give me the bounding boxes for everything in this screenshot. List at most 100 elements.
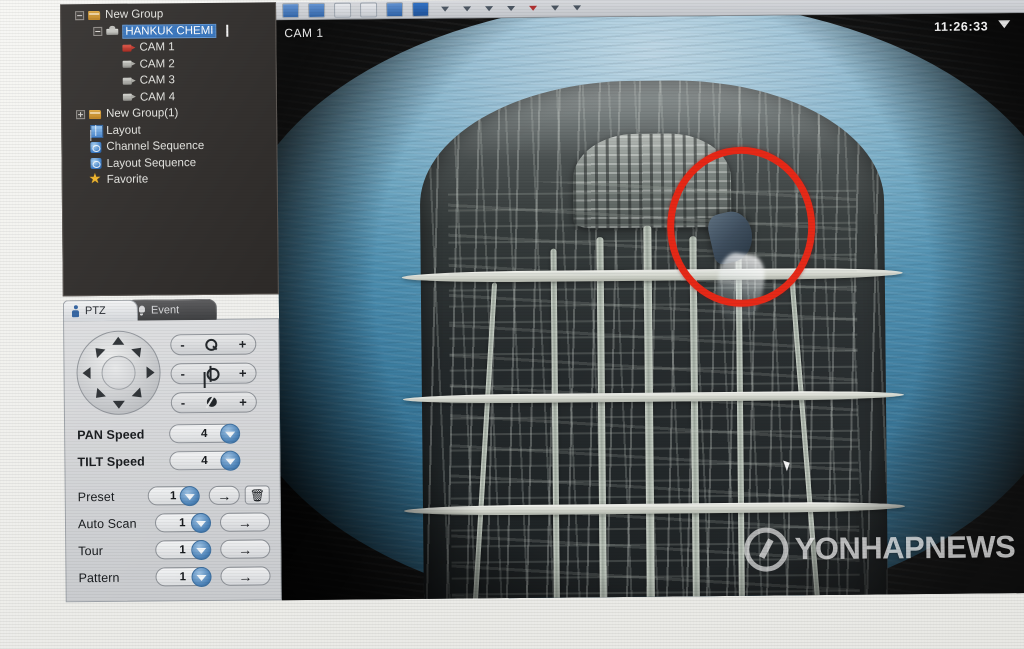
arrow-up-right-icon[interactable] <box>131 344 145 358</box>
text-caret <box>226 24 228 36</box>
arrow-up-left-icon[interactable] <box>91 344 105 358</box>
group-icon <box>88 10 101 21</box>
tree-node-label: Channel Sequence <box>106 140 204 153</box>
tilt-speed-value: 4 <box>201 454 208 466</box>
person-icon <box>71 305 80 317</box>
iris-control[interactable]: - + <box>171 391 257 413</box>
tour-row: Tour 1 <box>78 539 270 560</box>
expander-icon[interactable] <box>76 110 85 119</box>
info-icon[interactable] <box>386 2 403 17</box>
tree-node-hankuk-chemi[interactable]: HANKUK CHEMI <box>61 22 275 41</box>
chevron-down-icon-red[interactable] <box>526 2 539 15</box>
tab-ptz[interactable]: PTZ <box>63 300 138 322</box>
auto-scan-select[interactable]: 1 <box>154 513 210 533</box>
preset-go-button[interactable] <box>209 486 240 505</box>
preset-row: Preset 1 🗑 <box>78 485 270 506</box>
chevron-down-icon-4[interactable] <box>504 2 517 15</box>
tree-node-new-group[interactable]: New Group <box>61 5 275 24</box>
arrow-up-icon[interactable] <box>112 337 124 345</box>
chevron-down-icon[interactable] <box>220 424 240 444</box>
chevron-down-icon[interactable] <box>191 513 211 533</box>
tour-label: Tour <box>78 543 155 558</box>
preset-label: Preset <box>78 489 148 504</box>
tree-node-cam-3[interactable]: CAM 3 <box>62 71 276 90</box>
camera-view[interactable]: CAM 1 11:26:33 YONHAPNEWS <box>276 13 1024 600</box>
ptz-center-hub[interactable] <box>101 356 135 390</box>
auto-scan-go-button[interactable] <box>220 512 270 531</box>
pattern-label: Pattern <box>78 570 155 585</box>
chevron-down-icon[interactable] <box>191 540 211 560</box>
chevron-down-icon-2[interactable] <box>460 2 473 15</box>
ptz-panel[interactable]: PTZ Event <box>63 298 282 602</box>
chevron-down-icon[interactable] <box>180 486 200 506</box>
auto-scan-row: Auto Scan 1 <box>78 512 270 533</box>
tilt-speed-select[interactable]: 4 <box>169 451 239 471</box>
tree-node-favorite[interactable]: Favorite <box>63 170 277 189</box>
zoom-plus-button[interactable]: + <box>239 337 247 352</box>
pattern-value: 1 <box>180 571 187 583</box>
tree-node-label-editing[interactable]: HANKUK CHEMI <box>123 25 215 38</box>
layout-icon[interactable] <box>412 2 429 17</box>
preset-delete-button[interactable]: 🗑 <box>245 485 270 504</box>
record-icon[interactable] <box>282 3 299 18</box>
iris-plus-button[interactable]: + <box>239 395 247 410</box>
sequence-icon <box>89 142 102 153</box>
tree-node-cam-2[interactable]: CAM 2 <box>62 55 276 74</box>
deck-pipe <box>643 225 655 600</box>
focus-minus-button[interactable]: - <box>180 366 184 381</box>
tree-node-label: New Group(1) <box>106 107 178 120</box>
iris-minus-button[interactable]: - <box>181 395 185 410</box>
chevron-down-icon[interactable] <box>191 567 211 587</box>
chevron-down-icon-6[interactable] <box>570 1 583 14</box>
chevron-down-icon-3[interactable] <box>482 2 495 15</box>
video-pane[interactable]: CAM 1 11:26:33 YONHAPNEWS <box>276 13 1024 600</box>
channel-label: CAM 1 <box>284 26 323 40</box>
timestamp: 11:26:33 <box>934 19 988 34</box>
pattern-go-button[interactable] <box>220 566 270 585</box>
ptz-direction-pad[interactable] <box>76 330 161 415</box>
tour-select[interactable]: 1 <box>155 540 211 560</box>
zoom-control[interactable]: - + <box>170 333 256 355</box>
chevron-down-icon[interactable] <box>220 451 240 471</box>
snapshot-icon[interactable] <box>308 3 325 18</box>
focus-crosshair-icon <box>205 366 219 380</box>
tree-node-new-group-1[interactable]: New Group(1) <box>62 104 276 123</box>
pan-speed-select[interactable]: 4 <box>169 424 239 444</box>
chevron-down-icon-1[interactable] <box>438 3 451 16</box>
speed-settings: PAN Speed 4 TILT Speed 4 <box>77 423 269 471</box>
tree-node-channel-sequence[interactable]: Channel Sequence <box>62 137 276 156</box>
fullscreen-icon[interactable] <box>334 3 351 18</box>
chevron-down-icon[interactable] <box>998 20 1010 28</box>
device-tree-panel[interactable]: New Group HANKUK CHEMI CAM 1 CAM 2 CAM 3 <box>60 2 279 296</box>
zoom-magnifier-icon <box>205 337 219 351</box>
arrow-left-icon[interactable] <box>83 367 91 379</box>
pattern-select[interactable]: 1 <box>155 567 211 587</box>
tree-node-layout[interactable]: Layout <box>62 121 276 140</box>
tour-go-button[interactable] <box>220 539 270 558</box>
expander-icon[interactable] <box>75 11 84 20</box>
lens-controls: - + - + - + <box>170 329 257 413</box>
arrow-right-icon[interactable] <box>147 366 155 378</box>
pan-speed-row: PAN Speed 4 <box>77 423 269 444</box>
chevron-down-icon-5[interactable] <box>548 2 561 15</box>
tab-event[interactable]: Event <box>129 299 217 321</box>
focus-control[interactable]: - + <box>170 362 256 384</box>
zoom-minus-button[interactable]: - <box>180 337 184 352</box>
focus-plus-button[interactable]: + <box>239 366 247 381</box>
device-icon <box>106 26 119 37</box>
tab-label: Event <box>151 304 179 316</box>
monitor-screen: CAM 1 11:26:33 YONHAPNEWS New Group HANK… <box>0 0 1024 617</box>
preset-select[interactable]: 1 <box>148 486 199 505</box>
ptz-icon[interactable] <box>360 2 377 17</box>
arrow-down-icon[interactable] <box>113 401 125 409</box>
tilt-speed-row: TILT Speed 4 <box>77 450 269 471</box>
deck-pipe <box>473 283 497 601</box>
tree-node-label: New Group <box>105 9 163 22</box>
tree-node-cam-4[interactable]: CAM 4 <box>62 88 276 107</box>
pattern-row: Pattern 1 <box>78 566 270 587</box>
arrow-down-right-icon[interactable] <box>132 388 146 402</box>
arrow-down-left-icon[interactable] <box>92 388 106 402</box>
camera-icon <box>123 92 136 103</box>
tree-node-cam-1[interactable]: CAM 1 <box>61 38 275 57</box>
expander-icon[interactable] <box>93 27 102 36</box>
